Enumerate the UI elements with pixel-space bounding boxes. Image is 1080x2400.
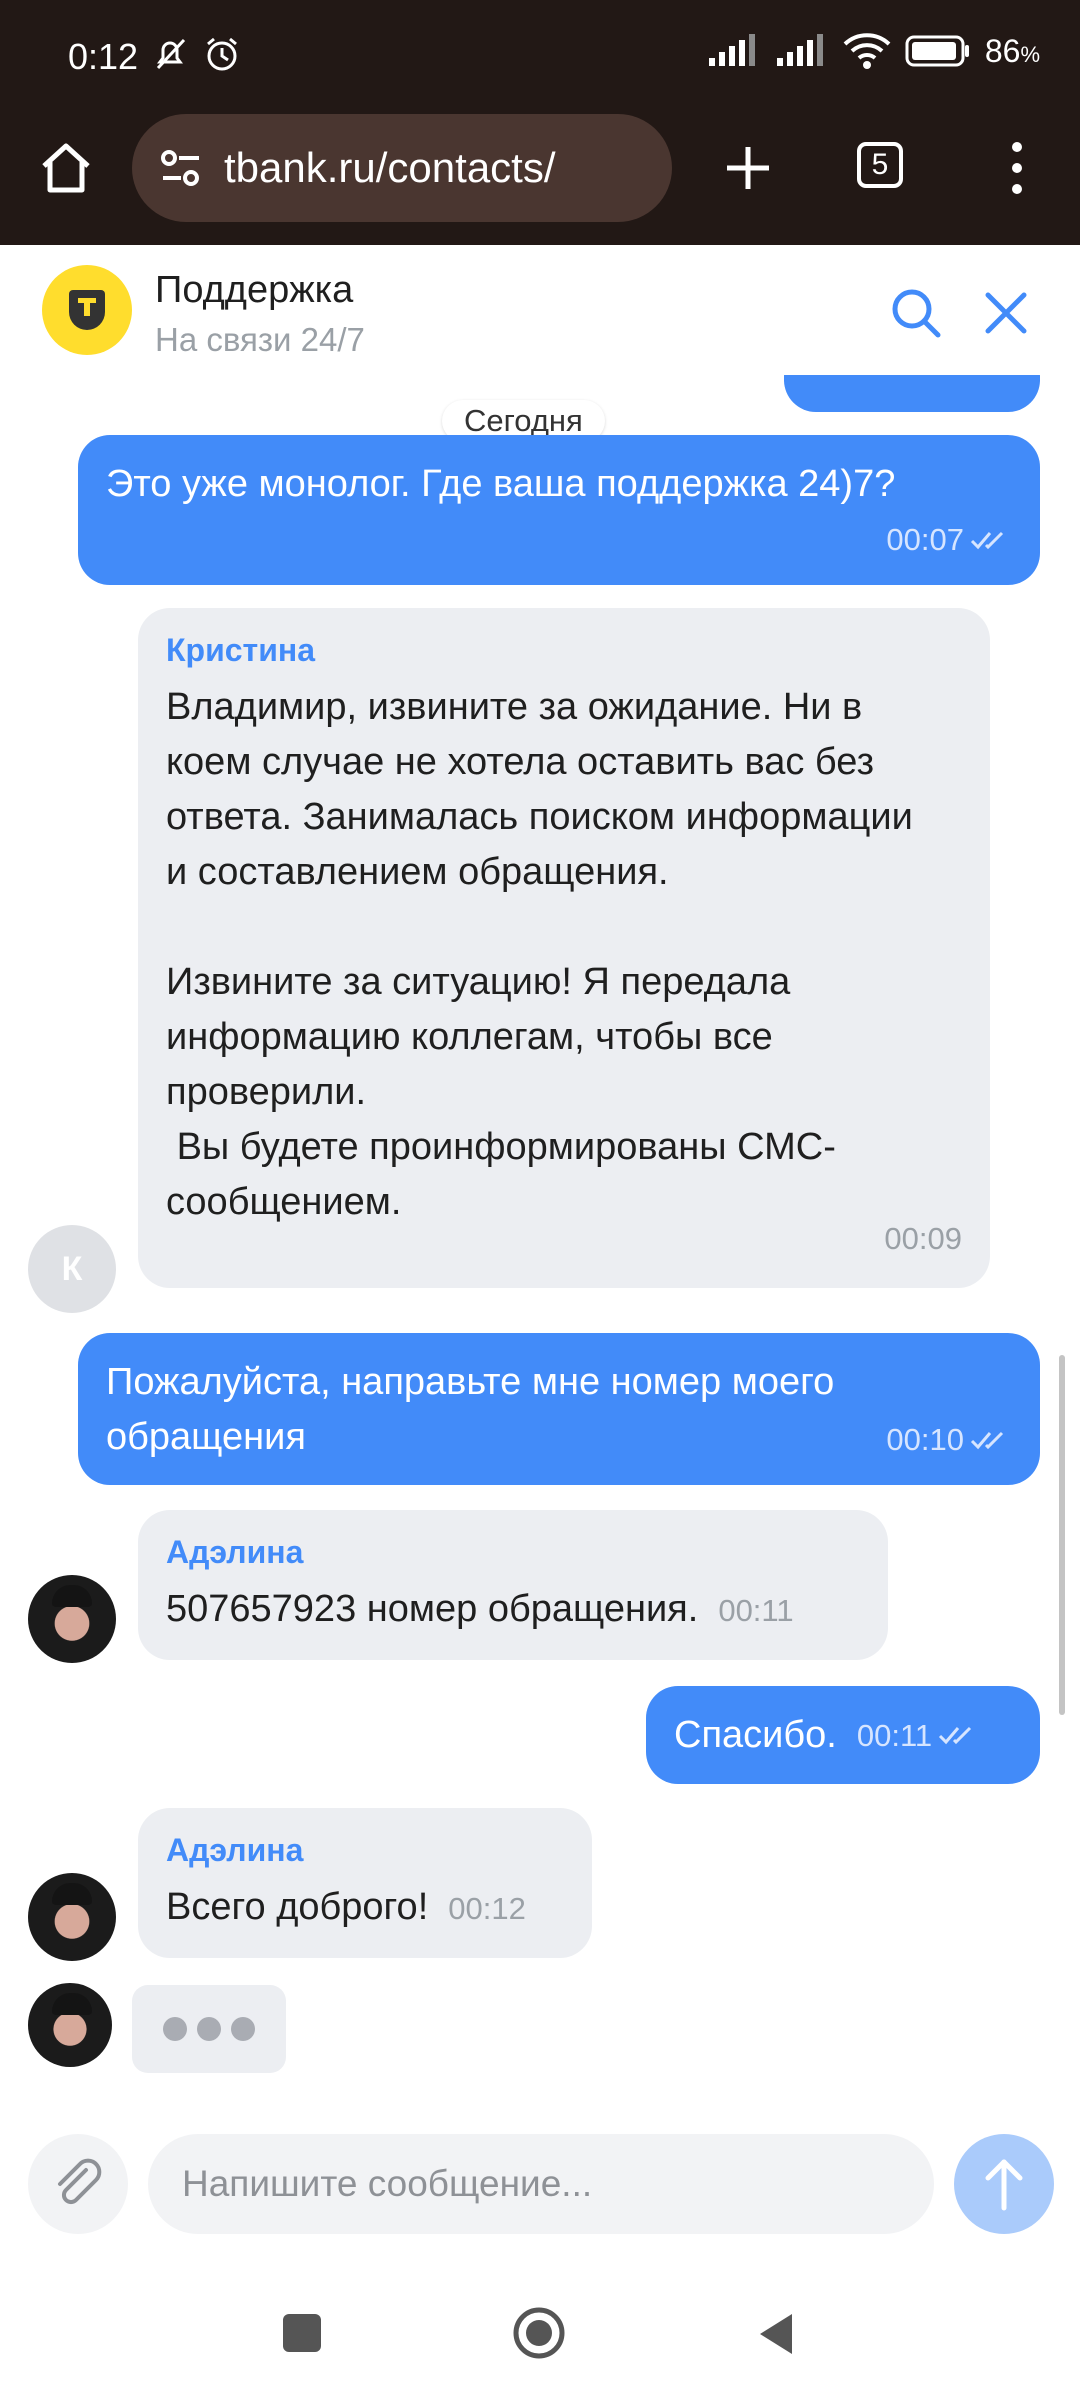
double-check-icon <box>970 531 1004 549</box>
site-settings-icon[interactable] <box>156 143 206 193</box>
mute-bell-icon <box>156 38 186 70</box>
message-time: 00:11 <box>856 1717 933 1753</box>
typing-indicator <box>132 1985 286 2073</box>
message-time: 00:10 <box>886 1422 964 1457</box>
menu-dot <box>1012 184 1022 194</box>
wifi-icon <box>843 33 891 69</box>
typing-dot <box>197 2017 221 2041</box>
avatar: К <box>28 1225 116 1313</box>
browser-chrome: 0:12 86% tbank.ru/contacts/ 5 <box>0 0 1080 245</box>
sender-name: Кристина <box>166 632 316 668</box>
message-time: 00:07 <box>886 522 964 557</box>
message-text: Пожалуйста, направьте мне номер моего об… <box>106 1361 845 1458</box>
typing-dot <box>231 2017 255 2041</box>
close-button[interactable] <box>976 283 1036 343</box>
chat-subtitle: На связи 24/7 <box>155 321 365 358</box>
message-meta: 00:10 <box>886 1412 1010 1467</box>
back-icon[interactable] <box>756 2310 796 2358</box>
recent-apps-button[interactable] <box>283 2314 321 2352</box>
android-home-button[interactable] <box>512 2306 566 2360</box>
incoming-message[interactable]: Кристина Владимир, извините за ожидание.… <box>138 608 990 1288</box>
status-left-icons <box>150 34 242 74</box>
outgoing-message[interactable]: Пожалуйста, направьте мне номер моего об… <box>78 1333 1040 1485</box>
message-list[interactable]: Сегодня Это уже монолог. Где ваша поддер… <box>0 375 1080 2105</box>
agent-avatar <box>28 1983 112 2067</box>
partial-message-bubble <box>784 375 1040 412</box>
plus-icon <box>727 147 769 189</box>
chat-header: Поддержка На связи 24/7 <box>0 245 1080 375</box>
signal-icon <box>776 34 823 66</box>
agent-avatar <box>28 1873 116 1961</box>
search-button[interactable] <box>886 283 946 343</box>
address-bar[interactable]: tbank.ru/contacts/ <box>132 114 672 222</box>
chat-title: Поддержка <box>155 269 354 311</box>
message-time: 00:12 <box>448 1891 526 1926</box>
message-meta: 00:07 <box>886 512 1010 567</box>
message-text: 507657923 номер обращения. <box>166 1588 699 1630</box>
home-circle-icon <box>513 2307 565 2359</box>
message-text: Спасибо. <box>674 1713 837 1756</box>
home-icon <box>42 143 90 193</box>
typing-dot <box>163 2017 187 2041</box>
outgoing-message[interactable]: Спасибо. 00:11 <box>646 1686 1040 1784</box>
menu-dot <box>1012 142 1022 152</box>
menu-dot <box>1012 163 1022 173</box>
browser-home-button[interactable] <box>34 136 98 200</box>
search-icon <box>892 289 941 338</box>
message-time: 00:09 <box>884 1221 962 1256</box>
arrow-up-icon <box>985 2159 1023 2211</box>
paperclip-icon <box>58 2158 102 2205</box>
send-button[interactable] <box>954 2134 1054 2234</box>
url-text[interactable]: tbank.ru/contacts/ <box>224 144 556 192</box>
alarm-icon <box>207 37 237 71</box>
message-input[interactable] <box>148 2134 934 2234</box>
double-check-icon <box>939 1726 972 1745</box>
message-text: Всего доброго! <box>166 1886 429 1928</box>
status-right-icons: 86% <box>707 32 1040 70</box>
attach-button[interactable] <box>28 2134 128 2234</box>
agent-avatar <box>28 1575 116 1663</box>
tbank-logo <box>42 265 132 355</box>
message-text: Это уже монолог. Где ваша поддержка 24)7… <box>106 463 896 505</box>
incoming-message[interactable]: Адэлина Всего доброго! 00:12 <box>138 1808 592 1958</box>
sender-name: Адэлина <box>166 1534 304 1570</box>
shield-icon <box>69 290 105 330</box>
browser-menu-button[interactable] <box>1000 136 1034 200</box>
message-meta: 00:11 <box>857 1708 978 1763</box>
message-text: Владимир, извините за ожидание. Ни в кое… <box>166 686 913 1223</box>
incoming-message[interactable]: Адэлина 507657923 номер обращения. 00:11 <box>138 1510 888 1660</box>
new-tab-button[interactable] <box>716 136 780 200</box>
battery-icon <box>905 35 969 67</box>
outgoing-message[interactable]: Это уже монолог. Где ваша поддержка 24)7… <box>78 435 1040 585</box>
sender-name: Адэлина <box>166 1832 304 1868</box>
close-icon <box>985 292 1027 334</box>
message-time: 00:11 <box>718 1593 794 1628</box>
double-check-icon <box>970 1431 1004 1449</box>
signal-icon <box>708 34 755 66</box>
status-time: 0:12 <box>68 36 139 77</box>
tabs-switcher-button[interactable]: 5 <box>857 142 903 188</box>
scrollbar[interactable] <box>1059 1355 1065 1715</box>
battery-percent: 86% <box>984 32 1040 69</box>
